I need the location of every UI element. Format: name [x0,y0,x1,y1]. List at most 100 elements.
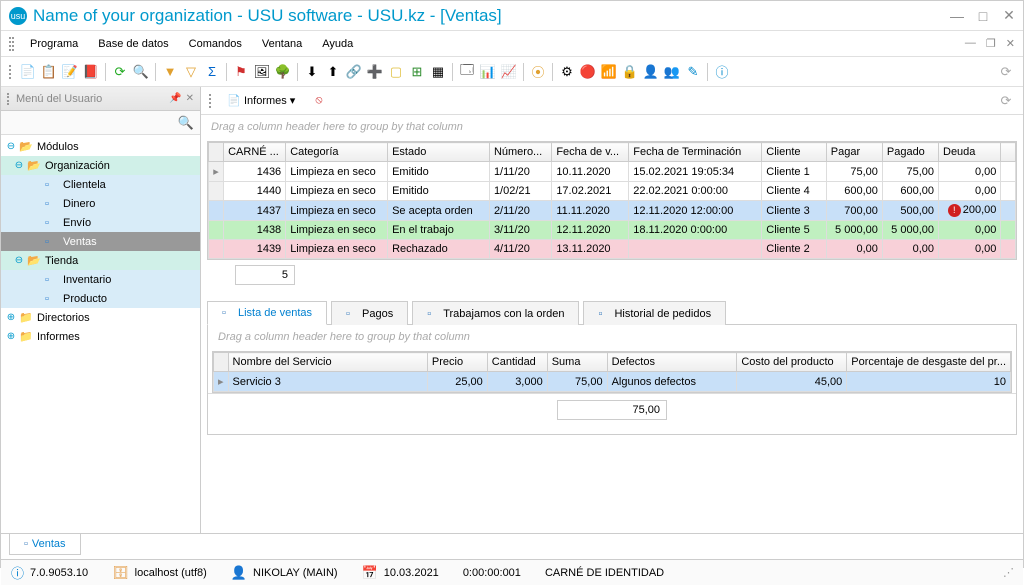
table-row[interactable]: 1439Limpieza en secoRechazado4/11/2013.1… [209,240,1016,259]
dcol-nombre[interactable]: Nombre del Servicio [228,353,427,372]
col-categoria[interactable]: Categoría [286,143,388,162]
sub-right-icon[interactable]: ⟳ [997,92,1015,110]
search-icon[interactable]: 🔍 [132,63,150,81]
col-pagar[interactable]: Pagar [826,143,882,162]
info-icon[interactable]: ⓘ [713,63,731,81]
stats-icon[interactable]: 📈 [500,63,518,81]
copy-icon[interactable]: 📋 [40,63,58,81]
mdi-minimize-icon[interactable]: — [965,37,976,50]
dcol-def[interactable]: Defectos [607,353,737,372]
tree-label: Módulos [37,141,79,153]
status-id: CARNÉ DE IDENTIDAD [545,567,664,579]
right-action-icon[interactable]: ⟳ [997,63,1015,81]
col-id[interactable]: CARNÉ ... [224,143,286,162]
close-button[interactable]: ✕ [1003,10,1015,22]
sum-bar: 75,00 [208,393,1016,426]
export-icon[interactable]: ⬆ [324,63,342,81]
mdi-restore-icon[interactable]: ❐ [986,37,996,50]
dcol-pct[interactable]: Porcentaje de desgaste del pr... [847,353,1011,372]
dcol-precio[interactable]: Precio [427,353,487,372]
wand-icon[interactable]: ✎ [684,63,702,81]
lock-icon[interactable]: 🔒 [621,63,639,81]
image-icon[interactable]: 🖼 [253,63,271,81]
table-row[interactable]: 1438Limpieza en secoEn el trabajo3/11/20… [209,221,1016,240]
pin-icon[interactable]: 📌 [169,93,181,104]
minimize-button[interactable]: — [951,10,963,22]
link-icon[interactable]: 🔗 [345,63,363,81]
menu-ventana[interactable]: Ventana [254,36,310,52]
tree-producto[interactable]: ▫Producto [1,289,200,308]
filter-icon[interactable]: ▼ [161,63,179,81]
dcol-cant[interactable]: Cantidad [487,353,547,372]
tree-inventario[interactable]: ▫Inventario [1,270,200,289]
tree-label: Clientela [63,179,106,191]
users-icon[interactable]: 👥 [663,63,681,81]
flag-icon[interactable]: ⚑ [232,63,250,81]
tree-informes[interactable]: ⊕📁Informes [1,327,200,346]
gear-icon[interactable]: ⚙ [558,63,576,81]
col-pagado[interactable]: Pagado [882,143,938,162]
col-cliente[interactable]: Cliente [762,143,826,162]
table-row[interactable]: 1437Limpieza en secoSe acepta orden2/11/… [209,201,1016,221]
status-user: NIKOLAY (MAIN) [253,567,338,579]
sidebar-close-icon[interactable]: ✕ [186,93,194,104]
report-icon: 📄 [227,94,241,108]
pin-icon[interactable]: ⦿ [529,63,547,81]
rss-icon[interactable]: 📶 [600,63,618,81]
tree-dinero[interactable]: ▫Dinero [1,194,200,213]
col-fechav[interactable]: Fecha de v... [552,143,629,162]
delete-icon[interactable]: 📕 [82,63,100,81]
col-estado[interactable]: Estado [388,143,490,162]
detail-grid[interactable]: Nombre del Servicio Precio Cantidad Suma… [212,351,1012,393]
group-hint[interactable]: Drag a column header here to group by th… [201,115,1023,141]
tab-pagos[interactable]: ▫Pagos [331,301,408,325]
filter2-icon[interactable]: ▽ [182,63,200,81]
excel-icon[interactable]: ⊞ [408,63,426,81]
col-deuda[interactable]: Deuda [939,143,1001,162]
sigma-icon[interactable]: Σ [203,63,221,81]
chart-icon[interactable]: 📊 [479,63,497,81]
stop-button[interactable]: ⦸ [308,91,329,110]
tab-historial[interactable]: ▫Historial de pedidos [583,301,726,325]
refresh-icon[interactable]: ⟳ [111,63,129,81]
menu-comandos[interactable]: Comandos [181,36,250,52]
col-fechat[interactable]: Fecha de Terminación [629,143,762,162]
note-icon[interactable]: ▢ [387,63,405,81]
user-icon[interactable]: 👤 [642,63,660,81]
tree-ventas[interactable]: ▫Ventas [1,232,200,251]
window-icon[interactable]: 🗔 [458,63,476,81]
import-icon[interactable]: ⬇ [303,63,321,81]
dcol-suma[interactable]: Suma [547,353,607,372]
add-icon[interactable]: ➕ [366,63,384,81]
main-grid[interactable]: CARNÉ ... Categoría Estado Número... Fec… [207,141,1017,260]
group-hint[interactable]: Drag a column header here to group by th… [208,325,1016,351]
bottom-tab-ventas[interactable]: ▫Ventas [9,534,81,555]
informes-button[interactable]: 📄Informes▾ [220,91,302,111]
maximize-button[interactable]: □ [977,10,989,22]
edit-icon[interactable]: 📝 [61,63,79,81]
menu-basedatos[interactable]: Base de datos [90,36,176,52]
tree-tienda[interactable]: ⊖📂Tienda [1,251,200,270]
search-icon[interactable]: 🔍 [178,115,194,131]
color-icon[interactable]: 🔴 [579,63,597,81]
tree-organizacion[interactable]: ⊖📂Organización [1,156,200,175]
tree-modulos[interactable]: ⊖📂Módulos [1,137,200,156]
tab-trabajamos[interactable]: ▫Trabajamos con la orden [412,301,579,325]
grid-icon[interactable]: ▦ [429,63,447,81]
new-icon[interactable]: 📄 [19,63,37,81]
table-row[interactable]: ▸1436Limpieza en secoEmitido1/11/2010.11… [209,162,1016,182]
dcol-costo[interactable]: Costo del producto [737,353,847,372]
warn-icon: ! [948,204,961,217]
menu-programa[interactable]: Programa [22,36,86,52]
tree-clientela[interactable]: ▫Clientela [1,175,200,194]
tree-icon[interactable]: 🌳 [274,63,292,81]
table-row[interactable]: 1440Limpieza en secoEmitido1/02/2117.02.… [209,182,1016,201]
mdi-close-icon[interactable]: ✕ [1006,37,1015,50]
menu-ayuda[interactable]: Ayuda [314,36,361,52]
col-numero[interactable]: Número... [489,143,551,162]
tree-envio[interactable]: ▫Envío [1,213,200,232]
tab-lista[interactable]: ▫Lista de ventas [207,301,327,325]
tab-label: Lista de ventas [238,307,312,319]
tree-directorios[interactable]: ⊕📁Directorios [1,308,200,327]
table-row[interactable]: ▸Servicio 325,003,00075,00Algunos defect… [214,372,1011,392]
